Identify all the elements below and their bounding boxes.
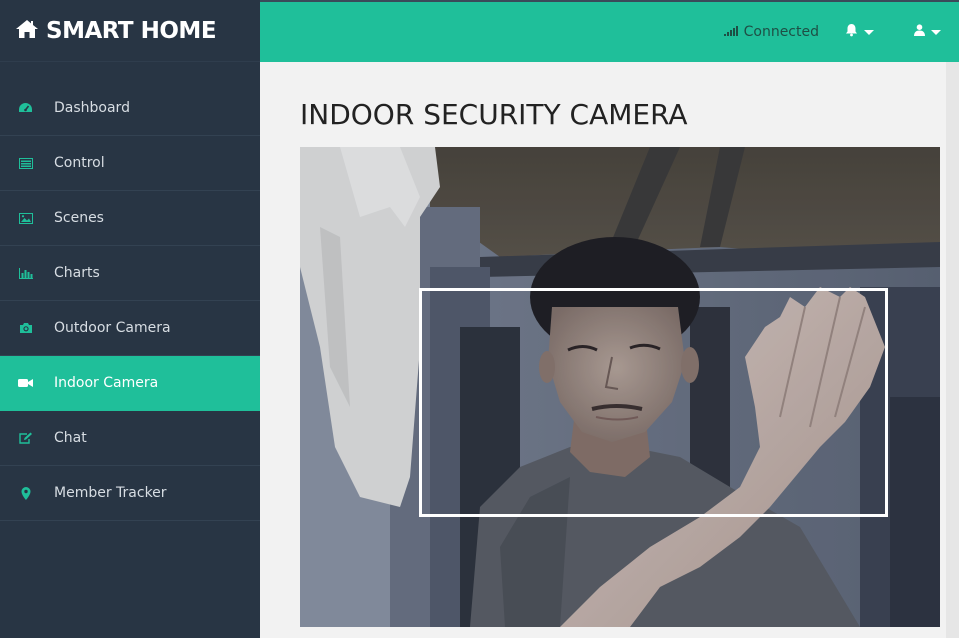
top-navbar: Connected xyxy=(260,2,946,62)
map-marker-icon xyxy=(18,486,33,500)
dashboard-icon xyxy=(18,101,33,115)
sidebar-item-label: Chat xyxy=(54,430,87,446)
sidebar-nav: Dashboard Control Scenes Charts Outdoor … xyxy=(0,81,260,521)
sidebar-item-label: Outdoor Camera xyxy=(54,320,171,336)
user-icon xyxy=(914,24,925,40)
sidebar-item-chat[interactable]: Chat xyxy=(0,411,260,466)
sidebar-item-dashboard[interactable]: Dashboard xyxy=(0,81,260,136)
signal-icon xyxy=(723,24,744,40)
connection-status: Connected xyxy=(723,24,819,40)
user-dropdown[interactable] xyxy=(914,24,941,40)
main-content: INDOOR SECURITY CAMERA xyxy=(260,62,946,638)
picture-icon xyxy=(18,211,33,225)
brand-title: SMART HOME xyxy=(46,17,217,44)
camera-icon xyxy=(18,321,33,335)
motion-detection-box xyxy=(419,288,888,517)
sidebar-item-scenes[interactable]: Scenes xyxy=(0,191,260,246)
sidebar-item-label: Indoor Camera xyxy=(54,375,159,391)
bell-icon xyxy=(845,23,858,41)
sidebar-item-label: Member Tracker xyxy=(54,485,167,501)
bar-chart-icon xyxy=(18,266,33,280)
sidebar-item-member-tracker[interactable]: Member Tracker xyxy=(0,466,260,521)
sidebar-item-indoor-camera[interactable]: Indoor Camera xyxy=(0,356,260,411)
list-icon xyxy=(18,156,33,170)
edit-icon xyxy=(18,431,33,445)
sidebar-item-control[interactable]: Control xyxy=(0,136,260,191)
brand[interactable]: SMART HOME xyxy=(0,0,260,62)
topbar-edge xyxy=(946,2,959,62)
sidebar-item-label: Charts xyxy=(54,265,100,281)
page-title: INDOOR SECURITY CAMERA xyxy=(300,98,688,131)
home-icon xyxy=(15,19,46,43)
sidebar-item-label: Control xyxy=(54,155,105,171)
chevron-down-icon xyxy=(931,29,941,35)
sidebar: SMART HOME Dashboard Control Scenes Char… xyxy=(0,0,260,638)
video-camera-icon xyxy=(18,376,33,390)
chevron-down-icon xyxy=(864,29,874,35)
sidebar-item-outdoor-camera[interactable]: Outdoor Camera xyxy=(0,301,260,356)
sidebar-item-charts[interactable]: Charts xyxy=(0,246,260,301)
sidebar-item-label: Dashboard xyxy=(54,100,130,116)
connection-status-text: Connected xyxy=(743,24,819,40)
camera-feed xyxy=(300,147,940,627)
notifications-dropdown[interactable] xyxy=(845,23,874,41)
scrollbar[interactable] xyxy=(946,62,959,638)
sidebar-item-label: Scenes xyxy=(54,210,104,226)
